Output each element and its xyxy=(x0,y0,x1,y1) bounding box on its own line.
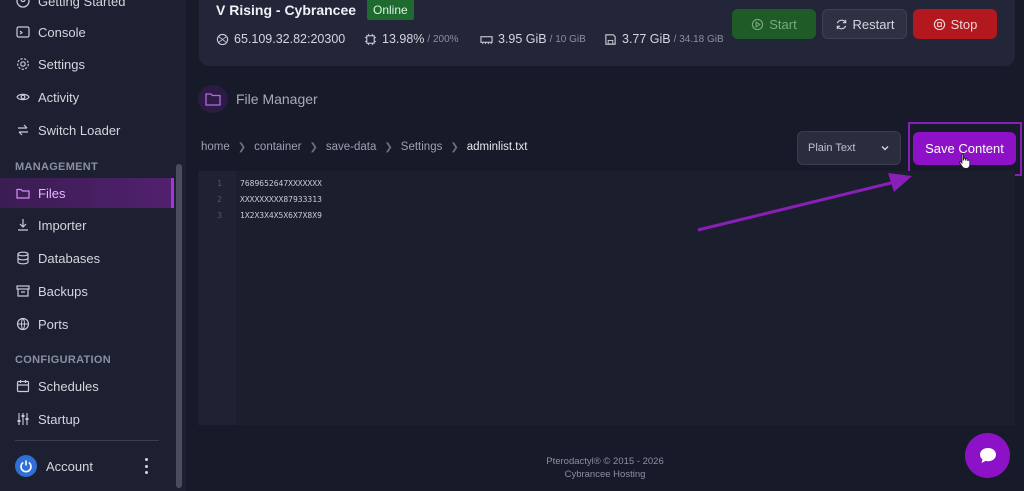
status-badge: Online xyxy=(367,0,414,20)
breadcrumb-settings[interactable]: Settings xyxy=(401,141,443,153)
line-gutter xyxy=(198,171,236,425)
chevron-right-icon: ❯ xyxy=(237,141,247,153)
more-options-icon[interactable] xyxy=(140,458,152,474)
code-line[interactable]: 7689652647XXXXXXX xyxy=(240,179,322,188)
chevron-right-icon: ❯ xyxy=(384,141,393,153)
save-icon xyxy=(604,33,617,46)
cpu-icon xyxy=(364,33,377,46)
syntax-mode-value: Plain Text xyxy=(808,142,856,154)
sidebar-item-label: Schedules xyxy=(38,378,99,394)
play-icon xyxy=(751,18,764,31)
account-label: Account xyxy=(46,458,93,474)
sidebar-item-label: Switch Loader xyxy=(38,122,121,138)
start-button[interactable]: Start xyxy=(732,9,816,39)
breadcrumb-current-file: adminlist.txt xyxy=(466,141,528,153)
stop-label: Stop xyxy=(950,16,978,32)
code-line[interactable]: 1X2X3X4X5X6X7X8X9 xyxy=(240,211,322,220)
page-title: File Manager xyxy=(236,91,318,107)
restart-button[interactable]: Restart xyxy=(822,9,907,39)
swap-icon xyxy=(16,123,30,137)
line-number: 2 xyxy=(217,195,222,204)
disk-value: 3.77 GiB xyxy=(622,32,671,46)
footer-copyright: Pterodactyl® © 2015 - 2026 xyxy=(546,456,664,467)
sidebar: Getting Started Console Settings Activit… xyxy=(0,0,186,491)
refresh-icon xyxy=(835,18,848,31)
sidebar-item-settings[interactable]: Settings xyxy=(0,49,174,79)
sidebar-item-startup[interactable]: Startup xyxy=(0,404,174,434)
footer-host: Cybrancee Hosting xyxy=(564,469,646,480)
sidebar-item-backups[interactable]: Backups xyxy=(0,276,174,306)
cpu-limit: / 200% xyxy=(427,33,459,45)
start-label: Start xyxy=(769,16,797,32)
breadcrumb: home ❯ container ❯ save-data ❯ Settings … xyxy=(201,141,527,153)
sidebar-item-label: Settings xyxy=(38,56,85,72)
database-icon xyxy=(16,251,30,265)
sidebar-item-console[interactable]: Console xyxy=(0,17,174,47)
annotation-arrow xyxy=(697,173,912,232)
disk-usage: 3.77 GiB / 34.18 GiB xyxy=(604,32,724,46)
sidebar-item-getting-started[interactable]: Getting Started xyxy=(0,0,174,16)
memory-limit: / 10 GiB xyxy=(549,33,586,45)
avatar xyxy=(15,455,37,477)
server-name: V Rising - Cybrancee xyxy=(216,2,357,18)
sidebar-scrollbar[interactable] xyxy=(176,164,182,488)
sidebar-item-switch-loader[interactable]: Switch Loader xyxy=(0,115,174,145)
archive-icon xyxy=(16,284,30,298)
download-icon xyxy=(16,218,30,232)
globe-icon xyxy=(216,33,229,46)
section-heading-management: MANAGEMENT xyxy=(15,161,99,173)
terminal-icon xyxy=(16,25,30,39)
address-value: 65.109.32.82:20300 xyxy=(234,32,346,46)
hand-cursor-icon xyxy=(959,153,971,169)
stop-button[interactable]: Stop xyxy=(913,9,997,39)
eye-icon xyxy=(16,90,30,104)
syntax-mode-select[interactable]: Plain Text xyxy=(797,131,901,165)
sidebar-item-schedules[interactable]: Schedules xyxy=(0,371,174,401)
chat-bubble-icon xyxy=(979,447,996,463)
sidebar-item-label: Activity xyxy=(38,89,80,105)
account-menu[interactable]: Account xyxy=(15,455,93,477)
sidebar-item-ports[interactable]: Ports xyxy=(0,309,174,339)
sidebar-item-label: Databases xyxy=(38,250,101,266)
sidebar-item-label: Getting Started xyxy=(38,0,126,9)
sidebar-item-label: Backups xyxy=(38,283,88,299)
memory-icon xyxy=(480,33,493,46)
folder-icon xyxy=(198,85,228,113)
chevron-right-icon: ❯ xyxy=(450,141,459,153)
line-number: 3 xyxy=(217,211,222,220)
chat-button[interactable] xyxy=(965,433,1010,478)
sidebar-item-files[interactable]: Files xyxy=(0,178,174,208)
breadcrumb-save-data[interactable]: save-data xyxy=(326,141,377,153)
globe-icon xyxy=(16,317,30,331)
sidebar-item-label: Startup xyxy=(38,411,80,427)
breadcrumb-home[interactable]: home xyxy=(201,141,230,153)
sliders-icon xyxy=(16,412,30,426)
server-address: 65.109.32.82:20300 xyxy=(216,32,345,46)
sidebar-item-databases[interactable]: Databases xyxy=(0,243,174,273)
sidebar-item-importer[interactable]: Importer xyxy=(0,210,174,240)
gear-icon xyxy=(16,57,30,71)
chevron-down-icon xyxy=(880,143,890,153)
restart-label: Restart xyxy=(852,16,895,32)
breadcrumb-container[interactable]: container xyxy=(254,141,301,153)
sidebar-item-activity[interactable]: Activity xyxy=(0,82,174,112)
sidebar-divider xyxy=(15,440,159,441)
calendar-icon xyxy=(16,379,30,393)
cpu-value: 13.98% xyxy=(382,32,425,46)
folder-icon xyxy=(16,186,30,200)
sidebar-item-label: Files xyxy=(38,185,66,201)
memory-usage: 3.95 GiB / 10 GiB xyxy=(480,32,586,46)
cpu-usage: 13.98% / 200% xyxy=(364,32,459,46)
line-number: 1 xyxy=(217,179,222,188)
sidebar-item-label: Console xyxy=(38,24,86,40)
sidebar-item-label: Importer xyxy=(38,217,87,233)
memory-value: 3.95 GiB xyxy=(498,32,547,46)
user-circle-icon xyxy=(16,0,30,8)
stop-icon xyxy=(933,18,946,31)
code-line[interactable]: XXXXXXXXX87933313 xyxy=(240,195,322,204)
section-heading-configuration: CONFIGURATION xyxy=(15,354,111,366)
disk-limit: / 34.18 GiB xyxy=(673,33,724,45)
chevron-right-icon: ❯ xyxy=(309,141,318,153)
sidebar-item-label: Ports xyxy=(38,316,69,332)
